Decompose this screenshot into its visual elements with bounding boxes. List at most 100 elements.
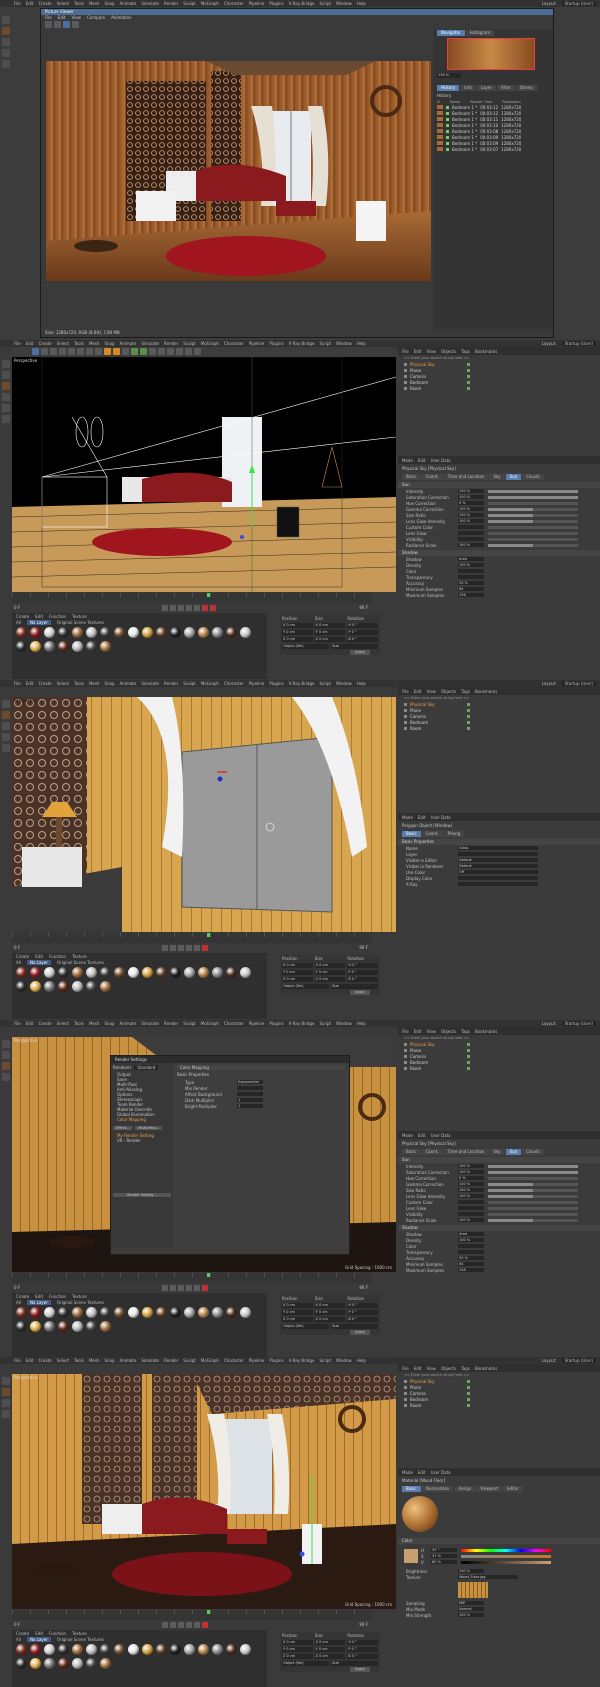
attr-menu-user-data[interactable]: User Data — [431, 1133, 451, 1138]
menu-create[interactable]: Create — [38, 1358, 51, 1363]
tool-button[interactable] — [72, 21, 79, 28]
menu-mograph[interactable]: MoGraph — [201, 1358, 219, 1363]
attr-field[interactable]: 100 % — [458, 1182, 484, 1186]
timeline-playhead[interactable] — [207, 593, 210, 597]
visibility-check-icon[interactable] — [467, 1403, 470, 1407]
menu-file[interactable]: File — [14, 341, 21, 346]
layout-select[interactable]: Startup (User) — [561, 1021, 596, 1026]
menu-edit[interactable]: Edit — [26, 341, 34, 346]
menu-character[interactable]: Character — [224, 341, 244, 346]
material-ball[interactable] — [86, 641, 97, 652]
mix-strength-field[interactable]: 100 % — [458, 1613, 484, 1617]
coords-field[interactable]: Y 0 cm — [282, 1310, 313, 1315]
attr-slider[interactable] — [488, 501, 578, 505]
attr-field[interactable]: 50 % — [458, 581, 484, 585]
viewport-perspective[interactable]: Perspective — [12, 357, 396, 592]
coords-field[interactable]: Y 0 cm — [314, 1310, 346, 1315]
material-filter-0[interactable]: All — [16, 1637, 21, 1642]
material-ball[interactable] — [128, 1307, 139, 1318]
play-icon[interactable] — [178, 944, 184, 951]
timeline[interactable] — [12, 1273, 372, 1283]
last-frame-icon[interactable] — [194, 1284, 200, 1291]
attr-field[interactable]: 100 % — [458, 1238, 484, 1242]
time-start[interactable]: 0 F — [14, 605, 20, 610]
material-menu-edit[interactable]: Edit — [35, 614, 43, 619]
menu-render[interactable]: Render — [164, 681, 178, 686]
menu-mograph[interactable]: MoGraph — [201, 1021, 219, 1026]
menu-mesh[interactable]: Mesh — [89, 1021, 100, 1026]
visibility-check-icon[interactable] — [467, 1379, 470, 1383]
menu-animate[interactable]: Animate — [120, 1, 137, 6]
menu-v-ray-bridge[interactable]: V-Ray Bridge — [289, 1021, 315, 1026]
material-ball[interactable] — [100, 641, 111, 652]
menu-select[interactable]: Select — [57, 341, 69, 346]
attr-field[interactable] — [458, 876, 538, 880]
time-end[interactable]: 90 F — [359, 1285, 368, 1290]
next-key-icon[interactable] — [186, 944, 192, 951]
timeline[interactable] — [12, 1610, 372, 1620]
attr-field[interactable]: Area — [458, 557, 484, 561]
layout-select[interactable]: Startup (User) — [561, 681, 596, 686]
coords-field[interactable]: Y 0 cm — [314, 630, 346, 635]
menu-window[interactable]: Window — [336, 1358, 352, 1363]
coords-field[interactable]: B 0 ° — [347, 1654, 379, 1659]
attr-field[interactable]: Glass — [458, 846, 538, 850]
tab-time-and-location[interactable]: Time and Location — [443, 1148, 489, 1155]
menu-file[interactable]: File — [14, 1358, 21, 1363]
material-menu-function[interactable]: Function — [49, 954, 66, 959]
visibility-check-icon[interactable] — [467, 1060, 470, 1064]
coords-field[interactable]: Z 0 cm — [314, 1317, 346, 1322]
menu-animate[interactable]: Animate — [120, 1021, 137, 1026]
attr-slider[interactable] — [488, 1194, 578, 1198]
tab-basic[interactable]: Basic — [402, 473, 421, 480]
material-menu-function[interactable]: Function — [49, 1631, 66, 1636]
coords-field[interactable]: H 0 ° — [347, 623, 379, 628]
menu-render[interactable]: Render — [164, 1358, 178, 1363]
material-ball[interactable] — [86, 627, 97, 638]
tool-icon[interactable] — [1, 1399, 10, 1407]
material-ball[interactable] — [72, 1307, 83, 1318]
menu-v-ray-bridge[interactable]: V-Ray Bridge — [289, 1, 315, 6]
attr-field[interactable] — [458, 1200, 484, 1204]
coords-field[interactable]: P 0 ° — [347, 630, 379, 635]
attr-menu-mode[interactable]: Mode — [402, 815, 413, 820]
menu-character[interactable]: Character — [224, 681, 244, 686]
texture-field[interactable]: Wood_Floor.jpg — [458, 1575, 518, 1579]
coords-field[interactable]: H 0 ° — [347, 963, 379, 968]
prev-key-icon[interactable] — [170, 944, 176, 951]
attr-menu-mode[interactable]: Mode — [402, 458, 413, 463]
material-menu-texture[interactable]: Texture — [72, 1631, 87, 1636]
objects-menu-edit[interactable]: Edit — [414, 689, 422, 694]
menu-simulate[interactable]: Simulate — [141, 1, 159, 6]
attr-menu-mode[interactable]: Mode — [402, 1470, 413, 1475]
attr-field[interactable] — [458, 531, 484, 535]
time-start[interactable]: 0 F — [14, 1285, 20, 1290]
v-field[interactable]: 80 % — [431, 1560, 457, 1564]
coords-field[interactable]: X 0 cm — [314, 623, 346, 628]
tab-coord-[interactable]: Coord. — [421, 473, 443, 480]
material-ball[interactable] — [30, 981, 41, 992]
time-end[interactable]: 90 F — [359, 1622, 368, 1627]
menu-sculpt[interactable]: Sculpt — [183, 341, 196, 346]
material-filter-2[interactable]: Original Scene Textures — [57, 1637, 104, 1642]
menu-help[interactable]: Help — [357, 1021, 366, 1026]
coords-field[interactable]: Y 0 cm — [282, 970, 313, 975]
menu-tools[interactable]: Tools — [74, 341, 84, 346]
menu-v-ray-bridge[interactable]: V-Ray Bridge — [289, 681, 315, 686]
attr-slider[interactable] — [488, 1206, 578, 1210]
first-frame-icon[interactable] — [162, 1284, 168, 1291]
material-ball[interactable] — [114, 627, 125, 638]
menu-file[interactable]: File — [14, 681, 21, 686]
menu-mograph[interactable]: MoGraph — [201, 341, 219, 346]
menu-mesh[interactable]: Mesh — [89, 341, 100, 346]
menu-mesh[interactable]: Mesh — [89, 681, 100, 686]
tool-icon[interactable] — [1, 1377, 10, 1385]
render-settings-icon[interactable] — [122, 348, 129, 355]
material-ball[interactable] — [30, 1644, 41, 1655]
tool-button[interactable] — [63, 21, 70, 28]
attr-field[interactable] — [458, 882, 538, 886]
material-ball[interactable] — [72, 1658, 83, 1669]
layout-select[interactable]: Startup (User) — [561, 1, 596, 6]
mix-mode-field[interactable]: Normal — [458, 1607, 484, 1611]
material-menu-texture[interactable]: Texture — [72, 954, 87, 959]
